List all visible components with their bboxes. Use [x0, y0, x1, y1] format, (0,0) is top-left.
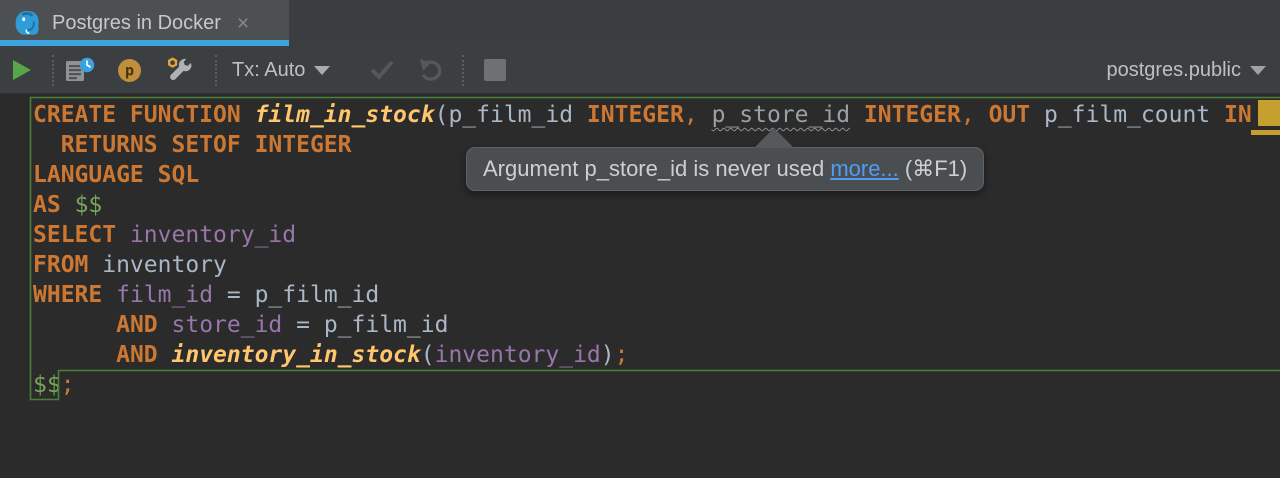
inspection-warning-widget[interactable] [1258, 100, 1280, 126]
toolbar-separator [52, 55, 54, 86]
svg-text:p: p [125, 61, 134, 79]
execution-history-button[interactable] [64, 46, 96, 94]
console-button[interactable]: p [116, 46, 143, 94]
stop-square-icon [483, 58, 507, 82]
tx-mode-selector[interactable]: Tx: Auto [232, 46, 330, 94]
code-line[interactable]: FROM inventory [33, 250, 1252, 280]
run-play-icon [8, 57, 34, 83]
warning-stripe-mark[interactable] [1251, 130, 1280, 135]
code-lines[interactable]: CREATE FUNCTION film_in_stock(p_film_id … [33, 100, 1252, 400]
code-line[interactable]: CREATE FUNCTION film_in_stock(p_film_id … [33, 100, 1252, 130]
tab-postgres-in-docker[interactable]: Postgres in Docker × [0, 0, 289, 46]
rollback-undo-icon [417, 58, 445, 82]
settings-button[interactable] [163, 46, 194, 94]
tooltip-arrow [754, 128, 794, 148]
commit-check-icon [368, 59, 396, 81]
code-line[interactable]: AND inventory_in_stock(inventory_id); [33, 340, 1252, 370]
tooltip-more-link[interactable]: more... [830, 156, 898, 182]
run-button[interactable] [8, 46, 34, 94]
history-document-clock-icon [64, 56, 96, 84]
tab-close-icon[interactable]: × [237, 13, 249, 34]
code-line[interactable]: AND store_id = p_film_id [33, 310, 1252, 340]
toolbar-separator [215, 55, 217, 86]
tooltip-message: Argument p_store_id is never used [483, 156, 830, 182]
ide-window: Postgres in Docker × [0, 0, 1280, 478]
settings-wrench-icon [163, 55, 194, 86]
chevron-down-icon [314, 66, 330, 75]
code-line[interactable]: SELECT inventory_id [33, 220, 1252, 250]
inspection-tooltip: Argument p_store_id is never used more..… [466, 147, 984, 191]
toolbar-separator [462, 55, 464, 86]
schema-selector[interactable]: postgres.public [1106, 46, 1266, 94]
console-p-icon: p [116, 57, 143, 84]
editor-toolbar: p Tx: Auto [0, 46, 1280, 94]
tab-title: Postgres in Docker [52, 12, 221, 35]
code-line[interactable]: $$; [33, 370, 1252, 400]
tx-mode-label: Tx: Auto [232, 59, 305, 82]
chevron-down-icon [1250, 66, 1266, 75]
editor-tab-bar: Postgres in Docker × [0, 0, 1280, 46]
tooltip-shortcut: (⌘F1) [899, 156, 967, 182]
rollback-button[interactable] [417, 46, 445, 94]
code-line[interactable]: AS $$ [33, 190, 1252, 220]
commit-button[interactable] [368, 46, 396, 94]
postgres-elephant-icon [13, 9, 41, 37]
schema-label: postgres.public [1106, 59, 1241, 82]
stop-button[interactable] [483, 46, 507, 94]
code-line[interactable]: WHERE film_id = p_film_id [33, 280, 1252, 310]
